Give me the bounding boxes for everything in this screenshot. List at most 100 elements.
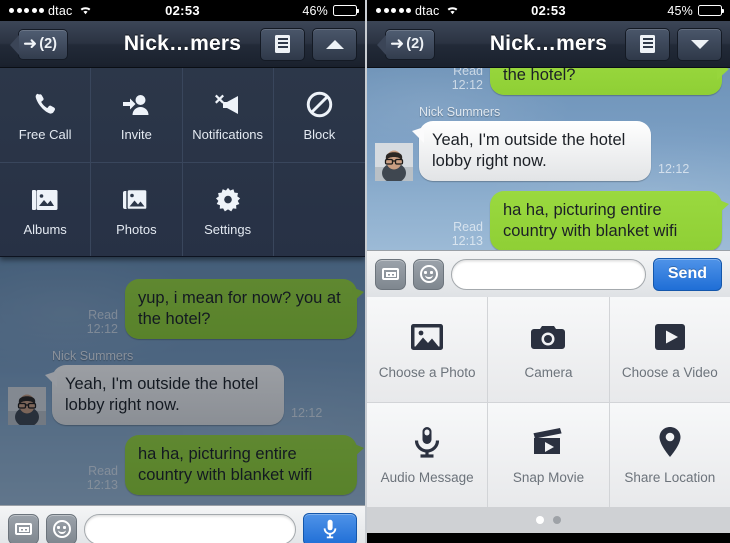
message-row: Read 12:12 yup, i mean for now? you at t… [0, 279, 365, 339]
message-row: Yeah, I'm outside the hotel lobby right … [367, 121, 730, 181]
attachment-tray: Choose a Photo Camera Choose a Video Aud… [367, 297, 730, 533]
attachment-label: Snap Movie [512, 470, 585, 485]
right-status-bar: dtac 02:53 45% [367, 0, 730, 21]
chat-list-button[interactable] [625, 27, 670, 61]
attachment-choose-a-video[interactable]: Choose a Video [609, 297, 730, 402]
video-icon [654, 320, 686, 354]
attachment-share-location[interactable]: Share Location [609, 403, 730, 507]
message-status: Read 12:13 [86, 464, 118, 492]
right-chat-area[interactable]: Read 12:12 the hotel? Nick Summers Yeah,… [367, 68, 730, 250]
message-row: Read 12:13 ha ha, picturing entire count… [367, 191, 730, 250]
attachment-label: Choose a Photo [378, 364, 476, 380]
battery-icon [333, 5, 360, 16]
keyboard-button[interactable] [375, 258, 406, 290]
left-nav-bar: ➜ (2) Nick…mers [0, 21, 365, 68]
back-count-label: (2) [39, 36, 57, 52]
chevron-up-icon [325, 39, 344, 49]
action-free-call[interactable]: Free Call [0, 68, 92, 162]
keyboard-icon [15, 523, 32, 535]
list-icon [275, 35, 290, 53]
action-label: Settings [204, 221, 252, 237]
send-button[interactable]: Send [652, 257, 722, 291]
clapperboard-icon [531, 425, 565, 459]
emoji-button[interactable] [413, 258, 444, 290]
message-row: Read 12:12 the hotel? [367, 68, 730, 95]
left-status-bar: dtac 02:53 46% [0, 0, 365, 21]
message-input[interactable] [84, 513, 296, 543]
action-albums[interactable]: Albums [0, 163, 92, 256]
message-group-incoming: Nick Summers Yeah, I'm outside the hotel… [0, 349, 365, 425]
action-menu-toggle-button[interactable] [677, 27, 722, 61]
back-arrow-icon: ➜ [390, 33, 405, 53]
location-pin-icon [658, 425, 682, 459]
right-input-bar: Send [367, 250, 730, 297]
photos-icon [122, 183, 150, 213]
attachment-label: Choose a Video [621, 364, 718, 380]
attachment-tray-row: Audio Message Snap Movie Share Location [367, 402, 730, 507]
smiley-icon [52, 520, 71, 538]
attachment-tray-row: Choose a Photo Camera Choose a Video [367, 297, 730, 402]
camera-icon [530, 320, 566, 354]
keyboard-button[interactable] [8, 513, 39, 543]
action-label: Photos [116, 221, 157, 237]
attachment-label: Camera [524, 364, 573, 380]
left-chat-area[interactable]: Read 12:12 yup, i mean for now? you at t… [0, 257, 365, 505]
albums-icon [31, 183, 59, 213]
attachment-choose-a-photo[interactable]: Choose a Photo [367, 297, 489, 402]
avatar[interactable] [375, 143, 413, 181]
right-nav-bar: ➜ (2) Nick…mers [367, 21, 730, 68]
back-button[interactable]: ➜ (2) [377, 28, 435, 60]
message-row: Read 12:13 ha ha, picturing entire count… [0, 435, 365, 495]
left-nav-actions [260, 27, 357, 61]
microphone-icon [414, 425, 440, 459]
list-icon [640, 35, 655, 53]
voice-message-button[interactable] [303, 512, 357, 543]
message-group-incoming: Nick Summers Yeah, I'm outside the hotel… [367, 105, 730, 181]
action-menu-toggle-button[interactable] [312, 27, 357, 61]
message-bubble: yup, i mean for now? you at the hotel? [125, 279, 364, 339]
action-block[interactable]: Block [274, 68, 365, 162]
battery-icon [698, 5, 725, 16]
message-bubble: Yeah, I'm outside the hotel lobby right … [45, 365, 284, 425]
attachment-label: Share Location [624, 470, 716, 485]
attachment-snap-movie[interactable]: Snap Movie [488, 403, 610, 507]
sender-name: Nick Summers [52, 349, 134, 363]
smiley-icon [419, 265, 438, 283]
message-status: Read 12:13 [451, 220, 483, 248]
page-dot-active[interactable] [536, 516, 544, 524]
action-settings[interactable]: Settings [183, 163, 274, 256]
action-menu-row: Albums Photos Settings [0, 162, 365, 256]
message-status: Read 12:12 [86, 308, 118, 336]
message-input[interactable] [451, 258, 646, 290]
action-label: Invite [120, 127, 152, 142]
action-label: Albums [23, 221, 67, 237]
back-count-label: (2) [406, 36, 424, 52]
chat-list-button[interactable] [260, 27, 305, 61]
action-photos[interactable]: Photos [91, 163, 183, 256]
message-bubble: the hotel? [490, 68, 729, 95]
attachment-camera[interactable]: Camera [488, 297, 610, 402]
attachment-audio-message[interactable]: Audio Message [367, 403, 489, 507]
back-arrow-icon: ➜ [23, 33, 38, 53]
chevron-down-icon [690, 39, 709, 49]
left-input-bar [0, 505, 365, 543]
back-button[interactable]: ➜ (2) [10, 28, 68, 60]
add-person-icon [122, 88, 150, 118]
emoji-button[interactable] [46, 513, 77, 543]
mic-icon [323, 519, 337, 539]
message-bubble: ha ha, picturing entire country with bla… [490, 191, 729, 250]
avatar[interactable] [8, 387, 46, 425]
action-menu-row: Free Call Invite Notifications Block [0, 68, 365, 162]
photo-icon [410, 320, 444, 354]
gear-icon [215, 183, 241, 213]
clock-label: 02:53 [165, 3, 200, 18]
action-notifications[interactable]: Notifications [183, 68, 274, 162]
action-label: Free Call [18, 127, 72, 142]
keyboard-icon [382, 268, 399, 280]
screenshot-root: dtac 02:53 46% ➜ (2) Nick…mers Free Call… [0, 0, 730, 543]
tray-page-indicator[interactable] [367, 507, 730, 533]
phone-icon [32, 88, 58, 118]
page-dot[interactable] [553, 516, 561, 524]
mute-megaphone-icon [214, 88, 242, 118]
action-invite[interactable]: Invite [91, 68, 183, 162]
